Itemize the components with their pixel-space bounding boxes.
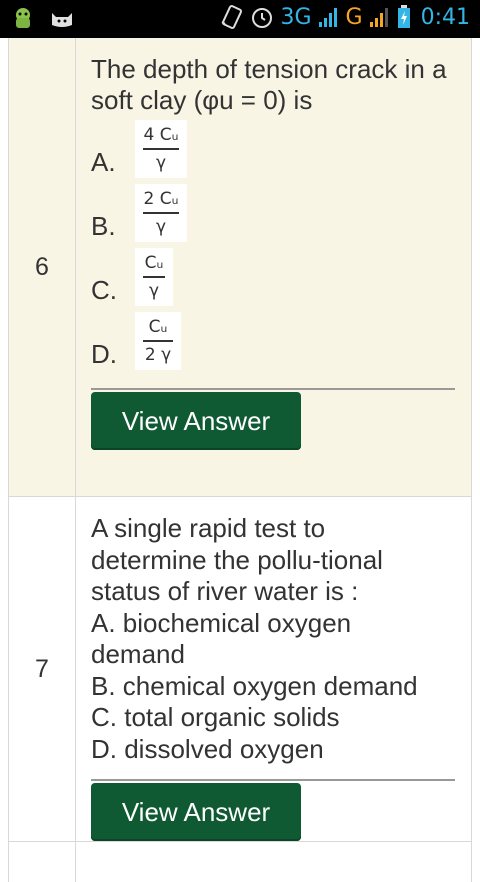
option-a: A. 4 Cᵤ γ — [91, 120, 455, 178]
option-label: B. — [91, 211, 116, 241]
clock: 0:41 — [420, 4, 470, 30]
option-formula: Cᵤ 2 γ — [135, 312, 181, 370]
question-line: A single rapid test to — [91, 513, 326, 543]
option-line: B. chemical oxygen demand — [91, 670, 418, 701]
fraction-bar — [143, 340, 173, 342]
fraction-bar — [143, 148, 179, 150]
question-line: status of river water is : — [91, 576, 359, 606]
fraction-bar — [143, 212, 179, 214]
option-formula: 2 Cᵤ γ — [135, 184, 187, 242]
formula-numerator: Cᵤ — [148, 317, 168, 337]
question-body: The depth of tension crack in a soft cla… — [91, 38, 471, 452]
network-type-3g: 3G — [280, 4, 312, 30]
option-b: B. 2 Cᵤ γ — [91, 184, 455, 242]
question-number — [9, 842, 76, 882]
question-number: 6 — [9, 38, 76, 496]
question-text: The depth of tension crack in a soft cla… — [91, 54, 447, 115]
question-row-6: 6 The depth of tension crack in a soft c… — [8, 38, 472, 497]
option-line: D. dissolved oxygen — [91, 733, 324, 764]
option-formula: Cᵤ γ — [135, 248, 173, 306]
question-number: 7 — [9, 497, 76, 841]
option-line: A. biochemical oxygen — [91, 607, 352, 638]
question-body: A single rapid test to determine the pol… — [91, 497, 471, 843]
divider — [91, 388, 455, 390]
formula-denominator: 2 γ — [144, 345, 172, 365]
option-line: demand — [91, 639, 185, 669]
formula-numerator: 4 Cᵤ — [143, 125, 179, 145]
option-line: C. total organic solids — [91, 702, 340, 732]
question-line: determine the pollu-tional — [91, 544, 383, 575]
option-d: D. Cᵤ 2 γ — [91, 312, 455, 370]
formula-denominator: γ — [155, 217, 167, 237]
option-formula: 4 Cᵤ γ — [135, 120, 187, 178]
question-table: 6 The depth of tension crack in a soft c… — [8, 38, 472, 882]
formula-numerator: Cᵤ — [144, 253, 164, 273]
status-bar: 3G G 0:41 — [0, 0, 480, 38]
question-row-7: 7 A single rapid test to determine the p… — [8, 497, 472, 842]
notification-cat-icon — [52, 13, 72, 27]
formula-numerator: 2 Cᵤ — [143, 189, 179, 209]
option-c: C. Cᵤ γ — [91, 248, 455, 306]
network-type-g: G — [345, 4, 363, 30]
signal-strength-2-icon — [369, 8, 388, 27]
option-label: D. — [91, 339, 117, 369]
formula-denominator: γ — [155, 153, 167, 173]
question-list: 6 The depth of tension crack in a soft c… — [0, 38, 480, 882]
fraction-bar — [143, 276, 165, 278]
battery-charging-icon — [397, 5, 410, 28]
vibrate-icon — [221, 5, 243, 29]
android-debug-icon — [16, 8, 30, 28]
divider — [91, 779, 455, 781]
formula-denominator: γ — [148, 281, 160, 301]
alarm-icon — [252, 8, 273, 28]
option-label: C. — [91, 275, 117, 305]
signal-strength-icon — [318, 8, 337, 27]
option-label: A. — [91, 147, 116, 177]
view-answer-button[interactable]: View Answer — [91, 783, 301, 841]
view-answer-button[interactable]: View Answer — [91, 392, 301, 450]
question-row-next — [8, 842, 472, 882]
